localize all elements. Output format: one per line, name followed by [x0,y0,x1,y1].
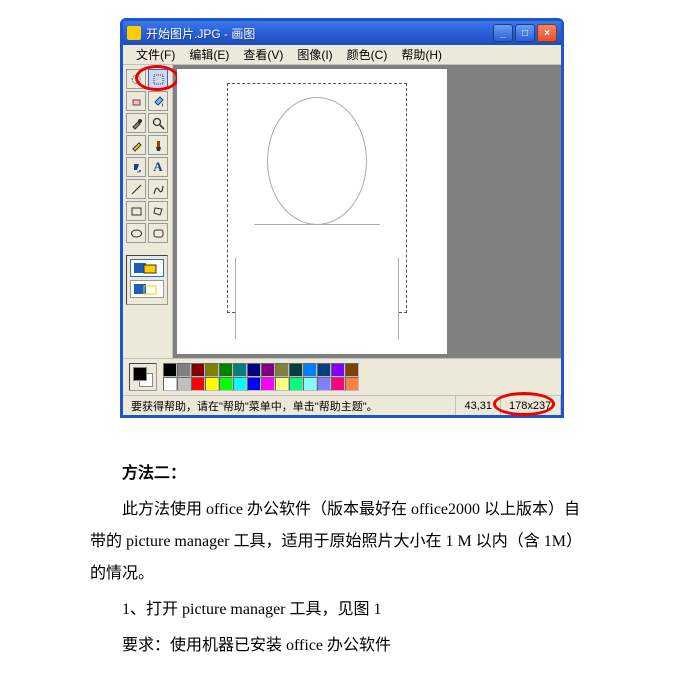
titlebar[interactable]: 开始图片.JPG - 画图 _ □ × [123,21,561,45]
tool-magnify[interactable] [148,113,168,133]
color-swatch[interactable] [191,377,205,391]
tool-picker[interactable] [126,113,146,133]
menu-image[interactable]: 图像(I) [290,45,339,64]
menu-file[interactable]: 文件(F) [129,45,182,64]
color-swatch[interactable] [247,377,261,391]
option-transparent-on[interactable] [130,280,164,298]
mspaint-window: 开始图片.JPG - 画图 _ □ × 文件(F) 编辑(E) 查看(V) 图像… [120,18,564,418]
article-p1: 此方法使用 office 办公软件（版本最好在 office2000 以上版本）… [90,494,588,590]
tool-brush[interactable] [148,135,168,155]
color-swatch[interactable] [163,363,177,377]
color-swatch[interactable] [261,363,275,377]
color-swatch[interactable] [331,377,345,391]
color-swatch[interactable] [345,363,359,377]
tool-eraser[interactable] [126,91,146,111]
tool-options [126,255,168,305]
tool-text[interactable]: A [148,157,168,177]
color-swatch[interactable] [247,363,261,377]
status-help: 要获得帮助，请在"帮助"菜单中，单击"帮助主题"。 [123,396,456,415]
tool-pencil[interactable] [126,135,146,155]
color-swatch[interactable] [303,363,317,377]
tool-polygon[interactable] [148,201,168,221]
color-swatch[interactable] [219,377,233,391]
color-swatch[interactable] [331,363,345,377]
article-p2: 1、打开 picture manager 工具，见图 1 [90,594,588,626]
tool-rect[interactable] [126,201,146,221]
tool-airbrush[interactable] [126,157,146,177]
color-swatch[interactable] [205,363,219,377]
status-dimensions: 178x237 [501,396,561,415]
status-coords: 43,31 [456,396,501,415]
minimize-button[interactable]: _ [493,24,513,42]
tool-freeform-select[interactable] [126,69,146,89]
tool-curve[interactable] [148,179,168,199]
option-transparent-off[interactable] [130,259,164,277]
statusbar: 要获得帮助，请在"帮助"菜单中，单击"帮助主题"。 43,31 178x237 [123,395,561,415]
menu-edit[interactable]: 编辑(E) [182,45,236,64]
article-heading: 方法二： [90,458,588,490]
article-p3: 要求：使用机器已安装 office 办公软件 [90,630,588,662]
menubar: 文件(F) 编辑(E) 查看(V) 图像(I) 颜色(C) 帮助(H) [123,45,561,65]
canvas-area [173,65,561,358]
tool-fill[interactable] [148,91,168,111]
window-title: 开始图片.JPG - 画图 [146,25,493,42]
color-swatch[interactable] [289,377,303,391]
menu-view[interactable]: 查看(V) [236,45,290,64]
color-swatch[interactable] [317,377,331,391]
tool-roundrect[interactable] [148,223,168,243]
article-text: 方法二： 此方法使用 office 办公软件（版本最好在 office2000 … [0,418,678,696]
workspace: A [123,65,561,358]
app-icon [127,26,141,40]
color-palette [123,358,561,395]
color-swatch[interactable] [303,377,317,391]
color-swatch[interactable] [317,363,331,377]
color-swatch[interactable] [261,377,275,391]
color-foreground-background[interactable] [129,363,157,391]
tool-rect-select[interactable] [148,69,168,89]
color-swatch[interactable] [177,377,191,391]
color-swatch[interactable] [275,377,289,391]
tool-ellipse[interactable] [126,223,146,243]
menu-help[interactable]: 帮助(H) [394,45,449,64]
toolbox: A [123,65,173,358]
color-swatch[interactable] [163,377,177,391]
color-swatch[interactable] [233,363,247,377]
drawing-head [267,97,367,225]
tool-line[interactable] [126,179,146,199]
close-button[interactable]: × [537,24,557,42]
color-swatch[interactable] [345,377,359,391]
color-swatch[interactable] [233,377,247,391]
color-swatch[interactable] [275,363,289,377]
color-swatch[interactable] [219,363,233,377]
drawing-body [235,224,399,339]
canvas-overflow [447,69,557,354]
color-swatch[interactable] [191,363,205,377]
canvas[interactable] [177,69,447,354]
menu-color[interactable]: 颜色(C) [340,45,395,64]
color-swatch[interactable] [289,363,303,377]
maximize-button[interactable]: □ [515,24,535,42]
foreground-swatch [133,367,147,381]
color-swatch[interactable] [205,377,219,391]
color-swatch[interactable] [177,363,191,377]
